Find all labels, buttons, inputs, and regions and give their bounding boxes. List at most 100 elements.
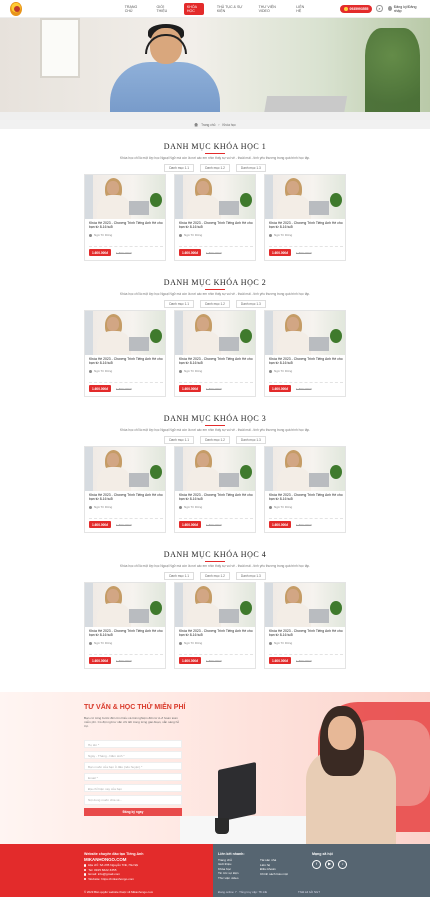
course-card[interactable]: Khóa Hè 2023 - Chương Trình Tiếng Anh Hè… [264,174,346,261]
section-title: Danh mục khóa học 3 [163,414,267,423]
category-tab[interactable]: Danh mục 1.1 [164,164,195,172]
course-title[interactable]: Khóa Hè 2023 - Chương Trình Tiếng Anh Hè… [89,357,163,366]
hotline-button[interactable]: 0935993555 [339,4,373,13]
home-icon [194,122,199,127]
course-thumbnail[interactable] [265,175,345,219]
course-thumbnail[interactable] [265,447,345,491]
course-card[interactable]: Khóa Hè 2023 - Chương Trình Tiếng Anh Hè… [174,310,256,397]
message-field[interactable]: Nội dung muốn chia sẻ... [84,795,182,805]
course-title[interactable]: Khóa Hè 2023 - Chương Trình Tiếng Anh Hè… [269,357,343,366]
course-title[interactable]: Khóa Hè 2023 - Chương Trình Tiếng Anh Hè… [179,493,253,502]
search-icon[interactable]: ⌕ [376,5,383,12]
site-header: Trang chủ Giới thiệu Khóa học Thủ tục & … [0,0,430,18]
course-card[interactable]: Khóa Hè 2023 - Chương Trình Tiếng Anh Hè… [264,310,346,397]
course-title[interactable]: Khóa Hè 2023 - Chương Trình Tiếng Anh Hè… [179,357,253,366]
person-icon [89,233,92,237]
category-tab[interactable]: Danh mục 1.1 [164,300,195,308]
course-author: Ngô Tri Dũng [179,641,202,645]
course-old-price: 1.800.000đ [296,658,312,663]
footer-social: Mạng xã hội f ▶ ♪ [312,852,347,869]
course-thumbnail[interactable] [85,447,165,491]
course-author: Ngô Tri Dũng [179,505,202,509]
category-tabs: Danh mục 1.1 Danh mục 1.2 Danh mục 1.3 [0,436,430,444]
course-author: Ngô Tri Dũng [269,233,292,237]
course-thumbnail[interactable] [85,311,165,355]
nav-video-library[interactable]: Thư viện video [256,3,284,15]
footer-link[interactable]: Chính sách bảo mật [260,872,288,877]
facebook-icon[interactable]: f [312,859,321,869]
category-tab[interactable]: Danh mục 1.3 [235,300,266,308]
course-card[interactable]: Khóa Hè 2023 - Chương Trình Tiếng Anh Hè… [84,582,166,669]
course-card[interactable]: Khóa Hè 2023 - Chương Trình Tiếng Anh Hè… [84,174,166,261]
course-thumbnail[interactable] [85,583,165,627]
course-title[interactable]: Khóa Hè 2023 - Chương Trình Tiếng Anh Hè… [269,493,343,502]
mail-icon [84,873,87,876]
site-footer: Website chuyên đào tạo Tiếng Anh MIKANHO… [0,844,430,897]
category-tab[interactable]: Danh mục 1.3 [235,436,266,444]
nav-contact[interactable]: Liên hệ [293,3,309,15]
course-author: Ngô Tri Dũng [89,369,112,373]
nav-courses[interactable]: Khóa học [183,2,204,15]
category-tabs: Danh mục 1.1 Danh mục 1.2 Danh mục 1.3 [0,300,430,308]
category-tab[interactable]: Danh mục 1.1 [164,436,195,444]
main-nav: Trang chủ Giới thiệu Khóa học Thủ tục & … [122,2,310,15]
course-old-price: 1.800.000đ [206,658,222,663]
category-tab[interactable]: Danh mục 1.2 [200,436,230,444]
course-thumbnail[interactable] [175,447,255,491]
course-card[interactable]: Khóa Hè 2023 - Chương Trình Tiếng Anh Hè… [264,446,346,533]
tiktok-icon[interactable]: ♪ [338,859,347,869]
course-title[interactable]: Khóa Hè 2023 - Chương Trình Tiếng Anh Hè… [89,493,163,502]
course-cards: Khóa Hè 2023 - Chương Trình Tiếng Anh Hè… [84,174,346,261]
course-thumbnail[interactable] [265,311,345,355]
logo[interactable] [10,1,22,16]
email-field[interactable]: Email * [84,773,182,781]
login-link[interactable]: Đăng ký/Đăng nhập [387,5,420,13]
course-card[interactable]: Khóa Hè 2023 - Chương Trình Tiếng Anh Hè… [84,446,166,533]
address-field[interactable]: Địa chỉ hiện nay của bạn [84,784,182,792]
course-title[interactable]: Khóa Hè 2023 - Chương Trình Tiếng Anh Hè… [269,221,343,230]
person-icon [89,369,92,373]
course-thumbnail[interactable] [265,583,345,627]
course-price: 1.600.000đ [89,521,112,528]
bottom-bar [0,897,430,905]
submit-button[interactable]: Đăng ký ngay [84,808,182,816]
card-divider [89,382,163,383]
course-price: 1.600.000đ [269,249,292,256]
course-thumbnail[interactable] [175,175,255,219]
footer-quick-links: Liên kết nhanh: Trang chủ Giới thiệu Khó… [218,852,245,881]
course-card[interactable]: Khóa Hè 2023 - Chương Trình Tiếng Anh Hè… [174,582,256,669]
nav-about[interactable]: Giới thiệu [153,3,173,15]
footer-brand-line: Website chuyên đào tạo Tiếng Anh [84,852,144,856]
course-card[interactable]: Khóa Hè 2023 - Chương Trình Tiếng Anh Hè… [174,174,256,261]
location-field[interactable]: Bạn muốn của bạn ở đâu (nếu huyện) * [84,762,182,770]
category-tab[interactable]: Danh mục 1.3 [235,164,266,172]
category-tab[interactable]: Danh mục 1.2 [200,164,230,172]
course-title[interactable]: Khóa Hè 2023 - Chương Trình Tiếng Anh Hè… [179,221,253,230]
card-divider [89,654,163,655]
name-field[interactable]: Họ tên * [84,740,182,748]
consult-section: Tư vấn & học thử miễn phí Bạn cứ từng bư… [0,692,430,844]
category-tab[interactable]: Danh mục 1.2 [200,300,230,308]
breadcrumb-home[interactable]: Trang chủ [201,123,215,127]
course-title[interactable]: Khóa Hè 2023 - Chương Trình Tiếng Anh Hè… [89,221,163,230]
course-card[interactable]: Khóa Hè 2023 - Chương Trình Tiếng Anh Hè… [264,582,346,669]
birthdate-field[interactable]: Ngày - Tháng - Năm sinh * [84,751,182,759]
youtube-icon[interactable]: ▶ [325,859,334,869]
course-thumbnail[interactable] [175,583,255,627]
card-divider [269,246,343,247]
category-tab[interactable]: Danh mục 1.1 [164,572,195,580]
nav-events[interactable]: Thủ tục & Sự kiện [214,3,246,15]
hotline-number: 0935993555 [349,6,369,11]
course-title[interactable]: Khóa Hè 2023 - Chương Trình Tiếng Anh Hè… [269,629,343,638]
course-thumbnail[interactable] [85,175,165,219]
card-divider [269,382,343,383]
course-title[interactable]: Khóa Hè 2023 - Chương Trình Tiếng Anh Hè… [89,629,163,638]
course-card[interactable]: Khóa Hè 2023 - Chương Trình Tiếng Anh Hè… [174,446,256,533]
category-tab[interactable]: Danh mục 1.2 [200,572,230,580]
course-title[interactable]: Khóa Hè 2023 - Chương Trình Tiếng Anh Hè… [179,629,253,638]
nav-home[interactable]: Trang chủ [122,3,144,15]
category-tab[interactable]: Danh mục 1.3 [235,572,266,580]
course-thumbnail[interactable] [175,311,255,355]
course-card[interactable]: Khóa Hè 2023 - Chương Trình Tiếng Anh Hè… [84,310,166,397]
footer-link[interactable]: Thư viện video [218,876,245,881]
